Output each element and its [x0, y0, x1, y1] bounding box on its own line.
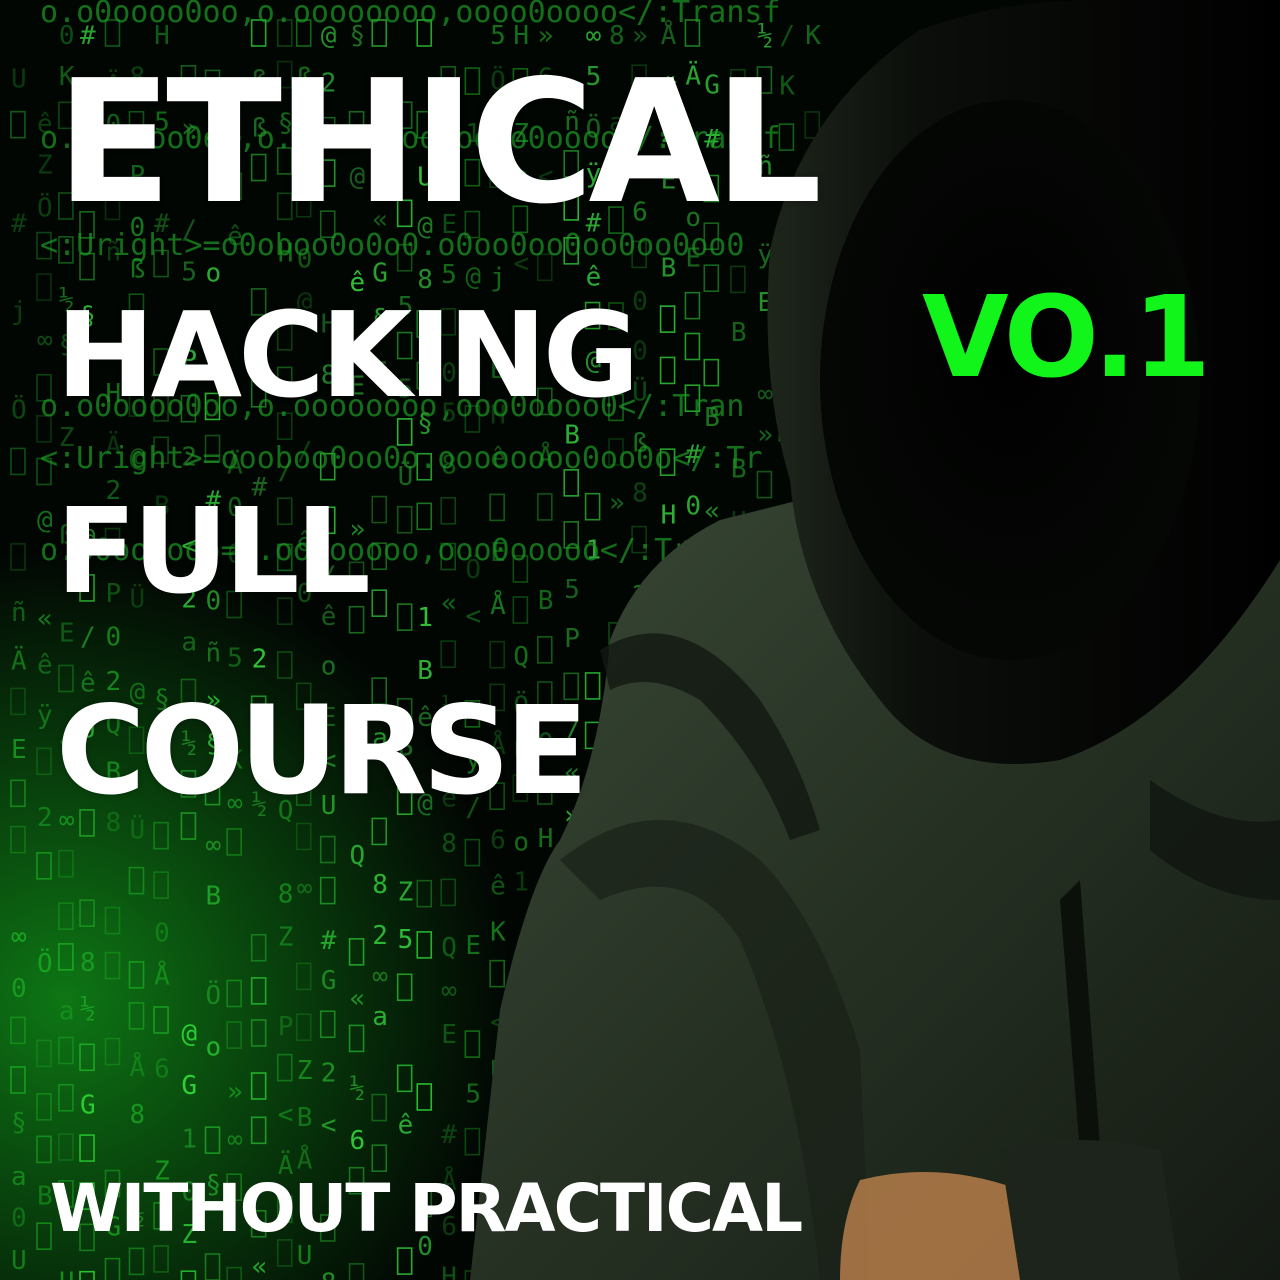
headline-word-hacking: HACKING: [56, 286, 640, 424]
poster-canvas: U#jÖñÄE∞0§a0UêZÖ∞@«êÿ2ÖB0K½§ZßE/∞aU#Ö§@/…: [0, 0, 1280, 1280]
subtitle-text: WITHOUT PRACTICAL: [50, 1170, 803, 1247]
headline-word-course: COURSE: [56, 680, 588, 822]
headline-word-ethical: ETHICAL: [56, 44, 822, 242]
headline-word-full: FULL: [56, 482, 371, 620]
volume-label: VO.1: [922, 273, 1211, 403]
